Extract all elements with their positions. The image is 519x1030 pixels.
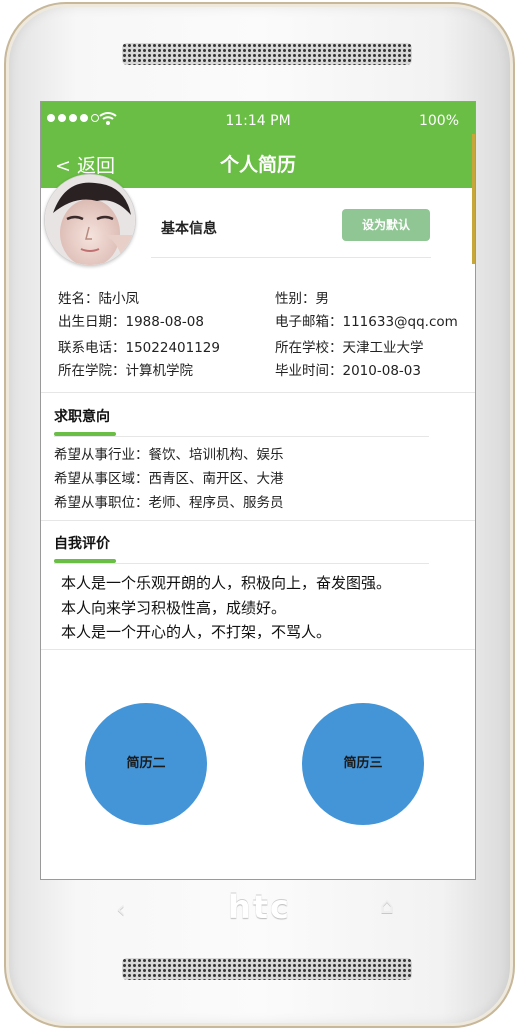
hardware-home-icon[interactable]: ⌂ [380,894,394,919]
bottom-speaker [122,958,412,980]
avatar-photo-icon [45,175,135,265]
resume-three-button[interactable]: 简历三 [302,703,424,825]
divider [54,436,429,437]
intention-industry: 希望从事行业：餐饮、培训机构、娱乐 [54,447,284,463]
earpiece-speaker [122,43,412,65]
brand-logo: htc [227,888,292,926]
section-divider [41,392,475,393]
evaluation-line: 本人向来学习积极性高，成绩好。 [61,599,287,617]
info-graduation: 毕业时间：2010-08-03 [275,363,421,379]
screen: 11:14 PM 100% < 返回 个人简历 基本信息 设为默认 姓名：陆小凤… [40,101,476,880]
divider [151,257,431,258]
status-time: 11:14 PM [225,113,291,129]
page-title: 个人简历 [219,154,296,176]
evaluation-line: 本人是一个乐观开朗的人，积极向上，奋发图强。 [61,574,392,592]
avatar[interactable] [44,174,136,266]
info-phone: 联系电话：15022401129 [58,340,220,356]
intention-title: 求职意向 [54,409,110,425]
info-name: 姓名：陆小凤 [58,291,139,307]
divider [54,563,429,564]
info-gender: 性别：男 [275,291,329,307]
info-email: 电子邮箱：111633@qq.com [275,314,458,330]
basic-info-title: 基本信息 [161,221,217,237]
scroll-indicator [472,134,475,264]
battery-level: 100% [418,113,459,129]
resume-two-button[interactable]: 简历二 [85,703,207,825]
set-default-button[interactable]: 设为默认 [342,209,430,241]
evaluation-title: 自我评价 [54,536,110,552]
section-divider [41,649,475,650]
info-school: 所在学校：天津工业大学 [275,340,424,356]
evaluation-line: 本人是一个开心的人，不打架，不骂人。 [61,623,332,641]
info-birthday: 出生日期：1988-08-08 [58,314,204,330]
intention-position: 希望从事职位：老师、程序员、服务员 [54,495,284,511]
info-college: 所在学院：计算机学院 [58,363,193,379]
status-bar: 11:14 PM 100% [41,102,475,142]
section-divider [41,520,475,521]
intention-region: 希望从事区域：西青区、南开区、大港 [54,471,284,487]
